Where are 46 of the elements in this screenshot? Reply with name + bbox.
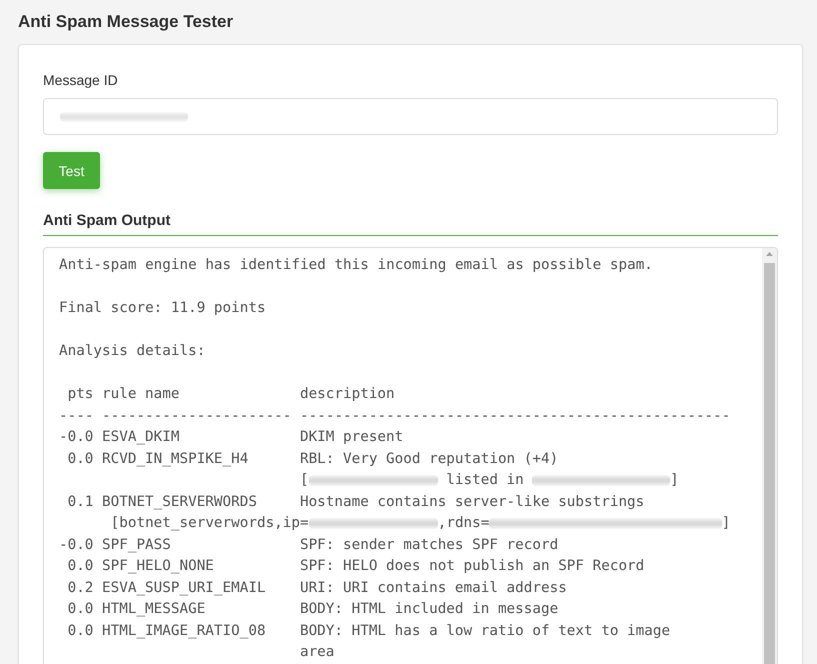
scrollbar[interactable] [762,248,777,664]
rule-description: DKIM present [300,428,404,447]
rule-name: SPF_PASS [102,536,171,554]
separator-line: ---- ---------------------- -------------------------------------------------- [59,406,730,426]
rule-detail-text: ,rdns= [438,514,490,533]
rule-name: SPF_HELO_NONE [102,557,214,576]
summary-text: Anti-spam engine has identified this incoming email as possible spam. [59,257,653,273]
rule-points: 0.0 [68,622,94,640]
rule-description: BODY: HTML has a low ratio of text to image area [300,622,670,662]
rule-name: ESVA_SUSP_URI_EMAIL [102,578,266,598]
rule-name: HTML_IMAGE_RATIO_08 [102,622,266,640]
page-title: Anti Spam Message Tester [18,11,234,33]
rule-description: SPF: HELO does not publish an SPF Record [300,557,644,576]
rule-name: BOTNET_SERVERWORDS [102,492,257,512]
rule-points: 0.0 [68,450,94,468]
column-header: description [300,385,395,404]
rule-description: BODY: HTML included in message [300,600,558,619]
rule-points: 0.0 [68,600,94,619]
rule-detail-text: [ [300,471,309,490]
rule-detail-text: ] [722,514,730,533]
rule-name: RCVD_IN_MSPIKE_H4 [102,450,248,468]
rule-detail-text: ] [670,471,679,490]
message-id-field[interactable] [43,98,778,135]
rule-points: 0.0 [68,557,94,576]
rule-description: Hostname contains server-like substrings [300,492,644,512]
field-label: Message ID [43,71,118,90]
rule-detail-text: listed in [445,471,525,490]
score-text: Final score: 11.9 points [59,300,266,316]
column-header: rule name [102,385,180,404]
rule-description: RBL: Very Good reputation (+4) [300,450,558,468]
test-button[interactable]: Test [43,152,100,189]
rule-name: HTML_MESSAGE [102,600,206,619]
rule-description: SPF: sender matches SPF record [300,536,558,554]
scrollbar-thumb[interactable] [764,263,775,664]
rule-detail-text: [botnet_serverwords,ip= [110,514,309,533]
rule-name: ESVA_DKIM [102,428,180,447]
rule-points: -0.0 [58,536,94,554]
column-header: pts [68,385,94,404]
section-heading: Anti Spam Output [43,211,170,231]
scroll-up-icon[interactable] [766,252,773,256]
rule-points: -0.0 [58,428,94,447]
details-heading: Analysis details: [59,343,206,359]
output-textarea[interactable] [43,247,778,664]
rule-points: 0.2 [68,578,94,598]
rule-description: URI: URI contains email address [300,578,567,598]
rule-points: 0.1 [68,492,94,512]
